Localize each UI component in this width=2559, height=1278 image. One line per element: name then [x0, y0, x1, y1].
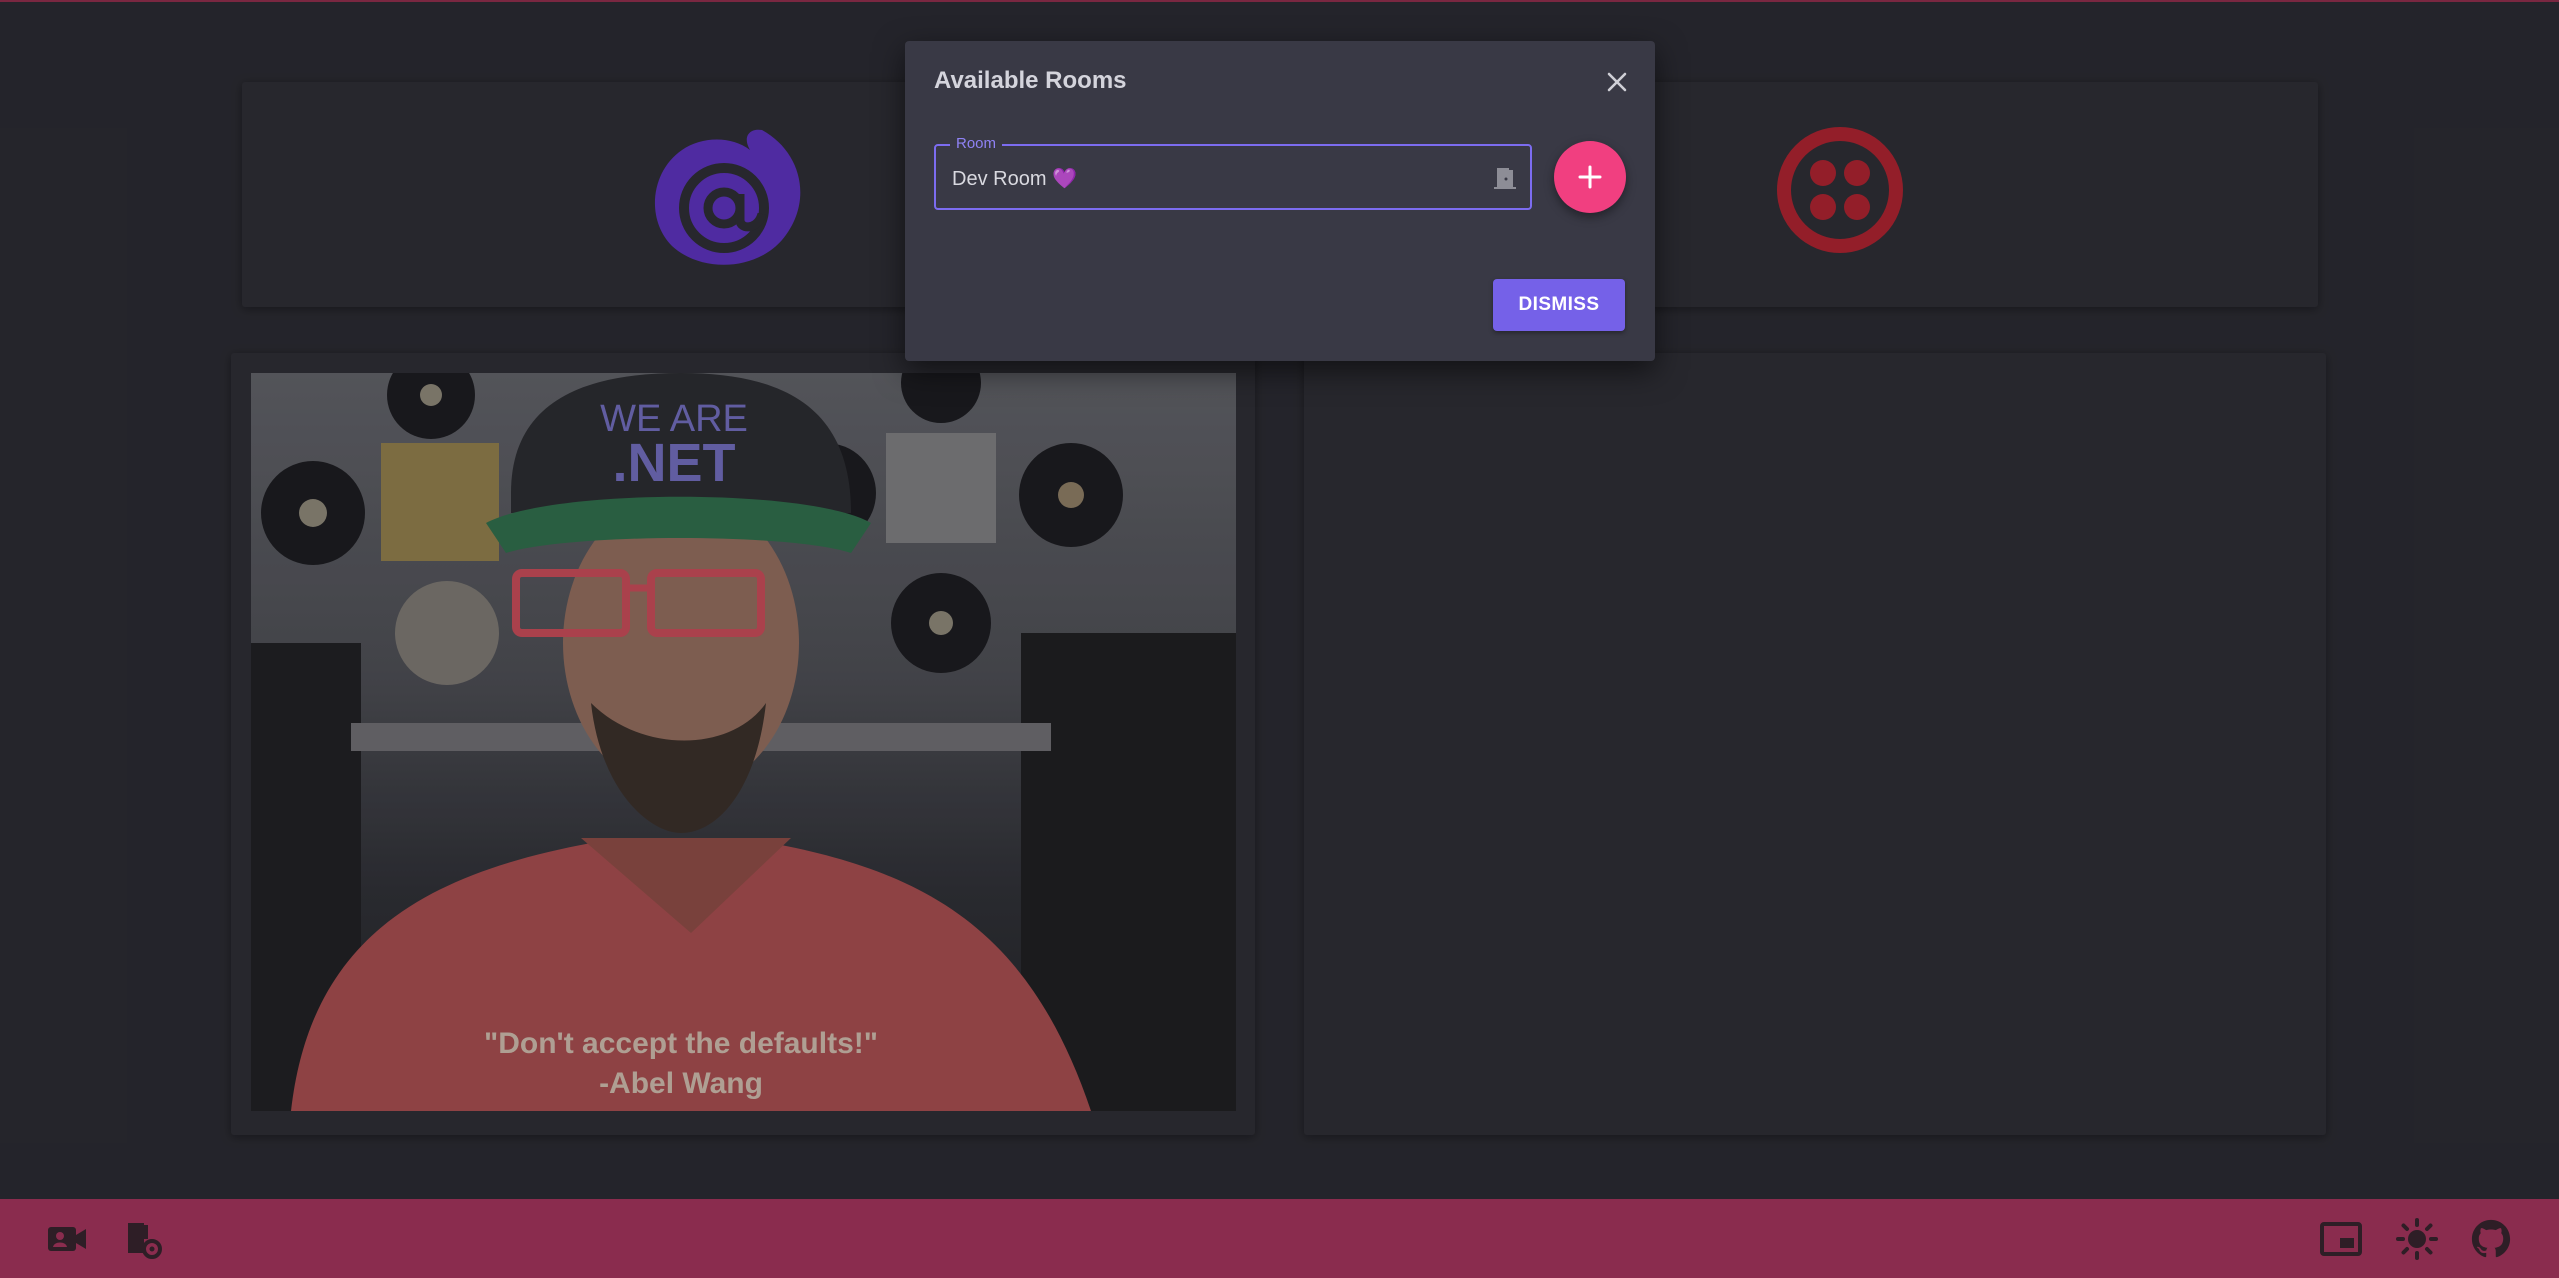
- picture-in-picture-button[interactable]: [2320, 1218, 2362, 1260]
- github-icon: [2471, 1219, 2511, 1258]
- room-settings-button[interactable]: [122, 1218, 164, 1260]
- plus-icon: [1578, 165, 1602, 189]
- available-rooms-dialog: Available Rooms Room DISMISS: [905, 41, 1655, 361]
- dismiss-button[interactable]: DISMISS: [1493, 279, 1625, 331]
- add-room-button[interactable]: [1554, 141, 1626, 213]
- github-link[interactable]: [2470, 1218, 2512, 1260]
- close-button[interactable]: [1600, 65, 1634, 99]
- close-icon: [1607, 72, 1627, 92]
- theme-toggle-button[interactable]: [2396, 1218, 2438, 1260]
- room-input[interactable]: [950, 162, 1454, 194]
- app-root: WE ARE .NET "Don't accept the defaults!"…: [0, 0, 2559, 1278]
- video-camera-icon: [48, 1227, 86, 1251]
- brightness-icon: [2396, 1218, 2438, 1260]
- room-field[interactable]: Room: [934, 135, 1532, 210]
- bottom-toolbar: [0, 1199, 2559, 1278]
- room-settings-icon: [128, 1223, 162, 1259]
- camera-settings-button[interactable]: [46, 1218, 88, 1260]
- picture-in-picture-icon: [2320, 1222, 2362, 1256]
- door-icon: [1494, 168, 1516, 189]
- dialog-title: Available Rooms: [934, 67, 1127, 94]
- room-field-label: Room: [950, 135, 1003, 152]
